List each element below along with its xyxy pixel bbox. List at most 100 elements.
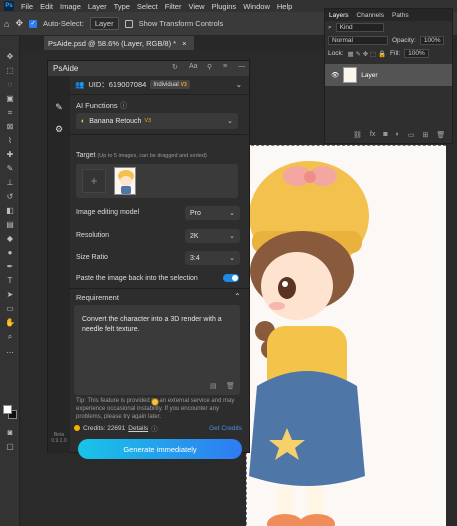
chevron-down-icon: ⌄	[229, 255, 235, 262]
lasso-icon[interactable]: ◌	[4, 80, 16, 90]
ai-functions-label: AI Functions	[76, 101, 118, 110]
hand-icon[interactable]: ✋	[4, 318, 16, 328]
path-select-icon[interactable]: ➤	[4, 290, 16, 300]
target-images-box[interactable]: +	[76, 164, 238, 198]
gradient-icon[interactable]: ▤	[4, 220, 16, 230]
tab-channels[interactable]: Channels	[357, 12, 384, 19]
menu-view[interactable]: View	[188, 2, 204, 11]
menu-window[interactable]: Window	[243, 2, 270, 11]
menu-edit[interactable]: Edit	[40, 2, 53, 11]
fill-input[interactable]: 100%	[404, 49, 429, 58]
banana-icon: ◐	[81, 117, 86, 125]
eraser-icon[interactable]: ◧	[4, 206, 16, 216]
details-link[interactable]: Details	[128, 425, 148, 432]
pen-icon[interactable]: ✒	[4, 262, 16, 272]
add-image-button[interactable]: +	[82, 169, 106, 193]
stamp-icon[interactable]: ⊥	[4, 178, 16, 188]
tab-paths[interactable]: Paths	[392, 12, 409, 19]
menu-type[interactable]: Type	[114, 2, 130, 11]
tab-layers[interactable]: Layers	[329, 12, 349, 19]
history-icon[interactable]: ▤	[210, 382, 217, 390]
document-tab[interactable]: PsAide.psd @ 58.6% (Layer, RGB/8) * ×	[44, 36, 194, 50]
collapse-icon[interactable]: —	[238, 63, 245, 70]
close-tab-icon[interactable]: ×	[182, 39, 186, 48]
folder-icon[interactable]: ▭	[408, 131, 415, 139]
pin-icon[interactable]: ⚲	[207, 63, 212, 71]
shape-icon[interactable]: ▭	[4, 304, 16, 314]
link-icon[interactable]: ⛓	[353, 131, 362, 139]
transform-controls-checkbox[interactable]	[124, 19, 133, 28]
menu-file[interactable]: File	[21, 2, 33, 11]
history-brush-icon[interactable]: ↺	[4, 192, 16, 202]
zoom-icon[interactable]: ⌕	[4, 332, 16, 342]
chevron-down-icon[interactable]: ⌄	[236, 80, 242, 89]
marquee-icon[interactable]: ⬚	[4, 66, 16, 76]
dodge-icon[interactable]: ●	[4, 248, 16, 258]
credits-row: Credits: 22691 Details ⓘ Get Credits	[74, 423, 244, 433]
eyedropper-icon[interactable]: ⌇	[4, 136, 16, 146]
auto-select-checkbox[interactable]: ✓	[28, 19, 37, 28]
new-layer-icon[interactable]: ⊞	[422, 131, 428, 139]
mouse-cursor	[151, 398, 159, 406]
credits-label: Credits: 22691	[83, 424, 126, 432]
fx-icon[interactable]: fx	[370, 131, 375, 139]
generate-button[interactable]: Generate immediately	[78, 439, 242, 459]
visibility-eye-icon[interactable]: 👁	[331, 71, 339, 79]
psaide-panel: PsAide ↻ Aa ⚲ ≡ — ✎ ⚙ Beta 0.9.1.0 👥 UID…	[47, 60, 250, 459]
menu-layer[interactable]: Layer	[88, 2, 107, 11]
menu-plugins[interactable]: Plugins	[212, 2, 237, 11]
chevron-up-icon[interactable]: ⌃	[234, 292, 241, 301]
menu-image[interactable]: Image	[60, 2, 81, 11]
refresh-icon[interactable]: ↻	[172, 63, 178, 71]
panel-menu-icon[interactable]: ≡	[223, 63, 227, 70]
more-tools-icon[interactable]: ⋯	[4, 348, 16, 358]
target-image-thumbnail[interactable]	[114, 167, 136, 195]
tools-panel: ✥ ⬚ ◌ ▣ ⌗ ⊠ ⌇ ✚ ✎ ⊥ ↺ ◧ ▤ ◆ ● ✒ T ➤ ▭ ✋ …	[0, 36, 20, 526]
layer-filter-row: ⌕ Kind	[325, 21, 452, 34]
menu-filter[interactable]: Filter	[165, 2, 182, 11]
clear-icon[interactable]: 🗑	[226, 382, 235, 390]
edit-mode-icon[interactable]: ✎	[53, 102, 65, 113]
healing-icon[interactable]: ✚	[4, 150, 16, 160]
search-icon: ⌕	[328, 23, 332, 31]
screen-mode-icon[interactable]: ▢	[4, 442, 16, 452]
object-select-icon[interactable]: ▣	[4, 94, 16, 104]
adjustment-icon[interactable]: ◐	[396, 131, 400, 139]
blend-mode-dropdown[interactable]: Normal	[328, 36, 388, 45]
resolution-dropdown[interactable]: 2K ⌄	[185, 229, 240, 243]
plugin-sidebar: ✎ ⚙ Beta 0.9.1.0	[48, 76, 70, 453]
mask-icon[interactable]: ◙	[383, 131, 387, 139]
requirement-textarea[interactable]: Convert the character into a 3D render w…	[74, 305, 240, 395]
auto-select-dropdown[interactable]: Layer	[89, 17, 119, 30]
function-dropdown[interactable]: ◐ Banana Retouch V3 ⌄	[76, 113, 238, 129]
account-row[interactable]: 👥 UID：619007084 Individual V3 ⌄	[70, 78, 250, 91]
paste-back-toggle[interactable]	[223, 274, 239, 282]
foreground-color-swatch[interactable]	[3, 405, 12, 414]
crop-icon[interactable]: ⌗	[4, 108, 16, 118]
lock-icons[interactable]: ▦ ✎ ✥ ⬚ 🔒	[348, 50, 387, 58]
trash-icon[interactable]: 🗑	[436, 131, 445, 139]
menu-select[interactable]: Select	[137, 2, 158, 11]
model-dropdown[interactable]: Pro ⌄	[185, 206, 240, 220]
move-tool-icon[interactable]: ✥	[15, 18, 23, 29]
frame-icon[interactable]: ⊠	[4, 122, 16, 132]
quick-mask-icon[interactable]: ◙	[4, 428, 16, 438]
type-icon[interactable]: T	[4, 276, 16, 286]
home-icon[interactable]: ⌂	[4, 19, 9, 29]
blur-icon[interactable]: ◆	[4, 234, 16, 244]
info-icon[interactable]: ⓘ	[151, 423, 158, 433]
brush-icon[interactable]: ✎	[4, 164, 16, 174]
get-credits-link[interactable]: Get Credits	[209, 425, 242, 432]
move-icon[interactable]: ✥	[4, 52, 16, 62]
settings-gear-icon[interactable]: ⚙	[53, 124, 65, 135]
layer-filter-dropdown[interactable]: Kind	[335, 23, 384, 32]
menu-help[interactable]: Help	[277, 2, 292, 11]
opacity-input[interactable]: 100%	[419, 36, 445, 45]
divider	[70, 94, 250, 95]
version-label: Beta 0.9.1.0	[51, 432, 67, 444]
target-label: Target	[76, 152, 96, 159]
font-size-icon[interactable]: Aa	[189, 63, 198, 70]
info-icon[interactable]: ⓘ	[120, 101, 128, 110]
layer-row[interactable]: 👁 ☺ Layer	[325, 64, 452, 86]
ratio-dropdown[interactable]: 3:4 ⌄	[185, 251, 240, 265]
